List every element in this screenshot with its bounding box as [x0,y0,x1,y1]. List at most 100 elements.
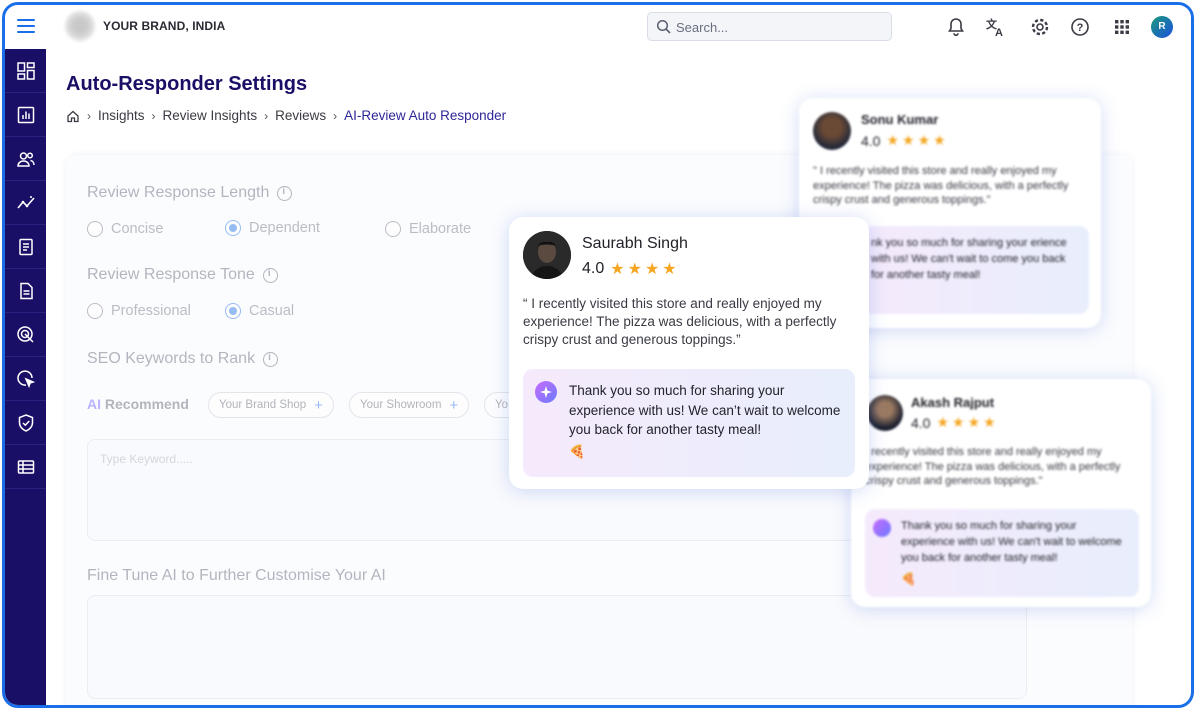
pizza-emoji: 🍕 [901,572,916,586]
sidebar-item-table[interactable] [5,445,46,489]
fine-tune-input[interactable] [87,595,1027,699]
sidebar-item-document[interactable] [5,225,46,269]
svg-text:A: A [995,27,1003,38]
radio-button[interactable] [225,220,241,236]
keyword-chip[interactable]: Your Brand Shop + [208,392,334,418]
target-icon [16,325,34,343]
review-rating: 4.0 ★★★★ [911,414,999,431]
review-rating: 4.0 ★★★★ [861,132,949,149]
search-input[interactable] [676,18,876,36]
ai-sparkle-icon [873,519,891,537]
radio-label: Concise [111,221,164,237]
chip-label: Your Brand Shop [219,399,307,411]
ai-recommend-label: AI Recommend [87,396,189,412]
app-window: YOUR BRAND, INDIA 文A ? R [2,2,1194,708]
radio-button[interactable] [225,303,241,319]
radio-label: Professional [111,303,191,319]
document-icon [18,238,33,255]
radio-button[interactable] [385,221,401,237]
reviewer-avatar [813,112,851,150]
breadcrumb-reviews[interactable]: Reviews [275,108,326,123]
ai-sparkle-icon [535,381,557,403]
sidebar-item-reports[interactable] [5,93,46,137]
search-box[interactable] [647,12,892,41]
radio-label: Elaborate [409,221,472,237]
help-icon[interactable]: ? [1069,16,1091,38]
users-icon [16,151,35,167]
star-rating-icon: ★★★★ [936,414,999,430]
radio-professional[interactable]: Professional [87,303,191,319]
radio-concise[interactable]: Concise [87,221,163,237]
radio-label: Casual [249,303,295,319]
search-icon [656,19,671,34]
sidebar-item-analytics[interactable] [5,181,46,225]
sidebar-item-target[interactable] [5,313,46,357]
menu-icon[interactable] [17,19,35,33]
star-rating-icon: ★★★★ [610,261,680,278]
reviewer-avatar [867,395,903,431]
plus-icon[interactable]: + [314,397,323,414]
review-rating: 4.0 ★★★★ [582,259,680,279]
apps-grid-icon[interactable] [1111,16,1133,38]
sidebar-item-file[interactable] [5,269,46,313]
table-icon [17,459,34,474]
ai-reply: nk you so much for sharing your erience … [863,226,1089,314]
breadcrumb: › Insights › Review Insights › Reviews ›… [66,108,506,123]
response-tone-label: Review Response Tone [87,266,255,283]
reviewer-name: Saurabh Singh [582,235,688,252]
sidebar-item-cursor[interactable] [5,357,46,401]
radio-label: Dependent [249,220,320,236]
reviewer-name: Akash Rajput [911,395,995,410]
dashboard-icon [16,61,35,80]
ai-reply: Thank you so much for sharing your exper… [523,369,855,477]
fine-tune-title: Fine Tune AI to Further Customise Your A… [87,567,386,585]
radio-casual[interactable]: Casual [225,303,294,319]
breadcrumb-separator: › [333,108,338,123]
rating-value: 4.0 [861,132,881,149]
user-avatar[interactable]: R [1151,16,1173,38]
reviewer-name: Sonu Kumar [861,112,939,127]
file-icon [19,282,33,299]
chip-label: Yo [495,399,509,411]
review-text: “ I recently visited this store and real… [523,296,837,347]
recommend-text: Recommend [104,396,189,412]
radio-button[interactable] [87,221,103,237]
review-text: I recently visited this store and really… [865,446,1121,488]
bell-icon[interactable] [945,16,967,38]
radio-dependent[interactable]: Dependent [225,220,320,236]
breadcrumb-insights[interactable]: Insights [98,108,145,123]
sidebar-item-shield[interactable] [5,401,46,445]
response-length-label: Review Response Length [87,184,270,201]
ai-reply: Thank you so much for sharing your exper… [865,509,1139,597]
radio-button[interactable] [87,303,103,319]
top-bar: YOUR BRAND, INDIA 文A ? R [5,5,1191,49]
breadcrumb-separator: › [151,108,156,123]
translate-icon[interactable]: 文A [985,16,1007,38]
fine-tune-label: Fine Tune AI to Further Customise Your A… [87,567,386,584]
breadcrumb-separator: › [87,108,91,123]
shield-icon [18,413,33,432]
radio-elaborate[interactable]: Elaborate [385,221,471,237]
sidebar-item-users[interactable] [5,137,46,181]
keyword-chip[interactable]: Your Showroom + [349,392,470,418]
star-rating-icon: ★★★★ [886,132,949,148]
reply-text: nk you so much for sharing your erience … [871,237,1067,281]
svg-text:?: ? [1077,22,1084,34]
breadcrumb-separator: › [264,108,269,123]
plus-icon[interactable]: + [449,397,458,414]
settings-icon[interactable] [1029,16,1051,38]
info-icon[interactable] [277,185,293,201]
chip-label: Your Showroom [360,399,442,411]
info-icon[interactable] [263,351,279,367]
sidebar-item-dashboard[interactable] [5,49,46,93]
response-tone-title: Review Response Tone [87,266,278,284]
ai-prefix: AI [87,396,101,412]
page-title: Auto-Responder Settings [66,73,308,95]
sidebar [5,49,46,705]
review-card-featured: Saurabh Singh 4.0 ★★★★ “ I recently visi… [509,217,869,489]
breadcrumb-review-insights[interactable]: Review Insights [163,108,258,123]
reply-text: Thank you so much for sharing your exper… [569,383,841,438]
home-icon[interactable] [66,109,80,123]
pizza-emoji: 🍕 [569,444,586,459]
info-icon[interactable] [262,267,278,283]
